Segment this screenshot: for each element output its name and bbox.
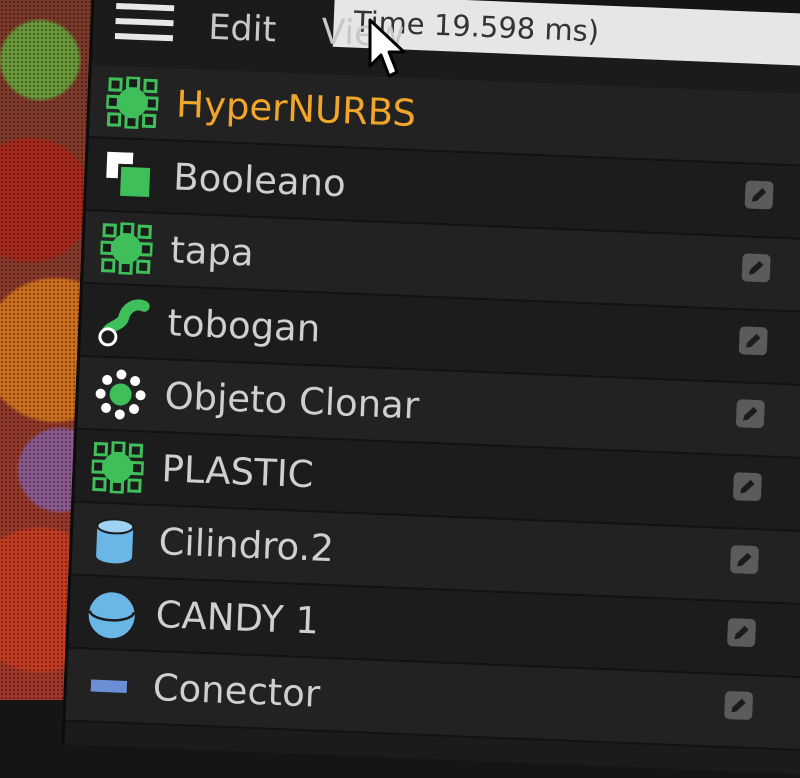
hamburger-menu-icon[interactable] xyxy=(114,2,175,49)
edit-pencil-icon[interactable] xyxy=(735,399,765,429)
edit-pencil-icon[interactable] xyxy=(741,253,771,283)
edit-pencil-icon[interactable] xyxy=(726,618,757,648)
edit-pencil-icon[interactable] xyxy=(729,545,760,575)
object-manager-panel: Time 19.598 ms) Edit View HyperNURBS Boo… xyxy=(61,0,800,776)
edit-pencil-icon[interactable] xyxy=(744,180,774,210)
object-label: CANDY 1 xyxy=(154,593,320,643)
object-label: tobogan xyxy=(166,301,322,351)
boolean-icon xyxy=(100,146,158,204)
hypernurbs-icon xyxy=(97,219,155,277)
menubar: Edit View xyxy=(92,0,405,75)
object-label: Booleano xyxy=(172,155,347,206)
edit-pencil-icon[interactable] xyxy=(738,326,768,356)
edit-pencil-icon[interactable] xyxy=(732,472,762,502)
sphere-icon xyxy=(83,584,141,642)
cylinder-icon xyxy=(86,511,144,569)
menu-edit[interactable]: Edit xyxy=(208,8,277,51)
sweep-icon xyxy=(94,292,152,350)
hypernurbs-icon xyxy=(103,73,161,131)
object-list: HyperNURBS Booleano tapa tobogan Objeto … xyxy=(65,65,800,753)
object-label: PLASTIC xyxy=(160,447,315,497)
object-label: HyperNURBS xyxy=(175,82,417,136)
hypernurbs-icon xyxy=(89,438,147,496)
object-label: Conector xyxy=(151,666,321,716)
object-label: tapa xyxy=(169,228,255,275)
connector-icon xyxy=(80,657,138,715)
object-label: Cilindro.2 xyxy=(157,520,335,571)
mouse-cursor-icon xyxy=(368,18,406,78)
object-label: Objeto Clonar xyxy=(163,374,420,428)
edit-pencil-icon[interactable] xyxy=(724,690,754,721)
cloner-icon xyxy=(92,365,150,423)
